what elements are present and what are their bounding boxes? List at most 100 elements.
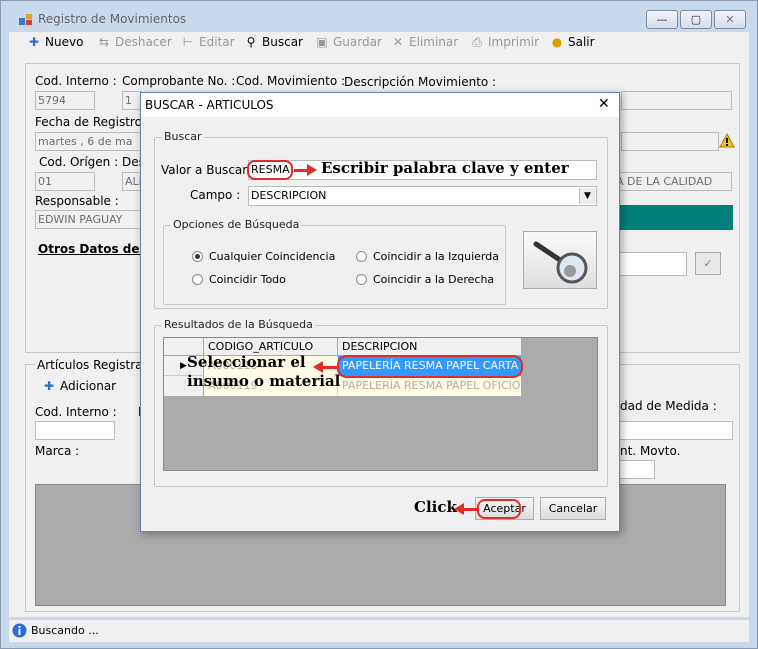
calidad-field[interactable]: A DE LA CALIDAD xyxy=(613,172,732,191)
eliminar-label: Eliminar xyxy=(409,35,459,49)
cod-interno-label: Cod. Interno : xyxy=(35,74,117,88)
grid-cell-descripcion[interactable]: PAPELERÍA RESMA PAPEL OFICIO xyxy=(338,376,521,396)
status-text: Buscando ... xyxy=(31,624,99,637)
close-button[interactable]: ✕ xyxy=(714,10,746,29)
editar-label: Editar xyxy=(199,35,235,49)
magnifier-icon xyxy=(530,236,592,289)
campo-value: DESCRIPCION xyxy=(251,189,327,202)
comprobante-field[interactable]: 1 xyxy=(122,91,142,110)
exit-icon: ● xyxy=(551,35,563,49)
minimize-button[interactable]: — xyxy=(646,10,678,29)
nuevo-button[interactable]: ✚ Nuevo xyxy=(27,35,83,49)
cod-origen-label: Cod. Orígen : xyxy=(39,155,119,169)
app-icon xyxy=(19,13,33,26)
buscar-button[interactable]: ⚲ Buscar xyxy=(244,35,303,49)
annotation-seleccionar-2: insumo o material xyxy=(187,372,341,390)
salir-button[interactable]: ● Salir xyxy=(550,35,595,49)
dialog-close-button[interactable]: ✕ xyxy=(598,96,610,112)
radio-coincidir-derecha[interactable]: Coincidir a la Derecha xyxy=(356,273,494,286)
arrowhead-right-icon xyxy=(307,164,317,176)
calendar-button[interactable]: ✓ xyxy=(695,252,721,275)
cantidad-label: nt. Movto. xyxy=(620,444,681,458)
guardar-label: Guardar xyxy=(333,35,382,49)
cod-origen-field[interactable]: 01 xyxy=(35,172,95,191)
otros-datos-field[interactable] xyxy=(613,252,687,276)
annotation-highlight-input xyxy=(247,160,293,180)
deshacer-button[interactable]: ⇆ Deshacer xyxy=(97,35,172,49)
buscar-group-legend: Buscar xyxy=(162,130,204,143)
radio-coincidir-todo[interactable]: Coincidir Todo xyxy=(192,273,286,286)
guardar-button[interactable]: ▣ Guardar xyxy=(315,35,382,49)
dialog-title: BUSCAR - ARTICULOS xyxy=(145,98,274,112)
annotation-highlight-aceptar xyxy=(477,499,521,519)
radio-unselected-icon xyxy=(356,274,367,285)
cod-interno-field[interactable]: 5794 xyxy=(35,91,95,110)
calendar-icon: ✓ xyxy=(703,257,713,270)
window-title: Registro de Movimientos xyxy=(38,12,187,26)
annotation-seleccionar-1: Seleccionar el xyxy=(187,353,306,371)
annotation-escribir: Escribir palabra clave y enter xyxy=(321,159,569,177)
toolbar: ✚ Nuevo ⇆ Deshacer ⊢ Editar ⚲ Buscar ▣ Guarda… xyxy=(9,32,749,55)
fecha-registro-label: Fecha de Registro : xyxy=(35,115,150,129)
unidad-medida-field[interactable] xyxy=(613,421,733,440)
buscar-label: Buscar xyxy=(262,35,303,49)
cod-interno2-label: Cod. Interno : xyxy=(35,405,117,419)
responsable-label: Responsable : xyxy=(35,194,119,208)
extra-field[interactable] xyxy=(621,132,719,151)
radio-cualquier-coincidencia[interactable]: Cualquier Coincidencia xyxy=(192,250,335,263)
radio-izquierda-label: Coincidir a la Izquierda xyxy=(373,250,499,263)
descripcion-movimiento-label: Descripción Movimiento : xyxy=(344,75,497,89)
dialog-title-bar: BUSCAR - ARTICULOS ✕ xyxy=(141,93,619,117)
annotation-click: Click xyxy=(414,498,457,516)
imprimir-label: Imprimir xyxy=(488,35,540,49)
comprobante-label: Comprobante No. : xyxy=(122,74,236,88)
adicionar-label: Adicionar xyxy=(60,379,117,393)
salir-label: Salir xyxy=(568,35,595,49)
opciones-group: Opciones de Búsqueda xyxy=(163,218,506,305)
radio-cualquier-label: Cualquier Coincidencia xyxy=(209,250,336,263)
cancelar-button[interactable]: Cancelar xyxy=(540,497,606,520)
valor-buscar-label: Valor a Buscar : xyxy=(161,163,256,177)
deshacer-label: Deshacer xyxy=(115,35,172,49)
editar-button[interactable]: ⊢ Editar xyxy=(181,35,235,49)
search-button[interactable] xyxy=(523,231,597,289)
teal-bar xyxy=(613,205,733,230)
warning-icon xyxy=(719,132,735,151)
descripcion-movimiento-field[interactable] xyxy=(621,91,732,110)
chevron-down-icon[interactable]: ▼ xyxy=(579,188,595,204)
print-icon: ⎙ xyxy=(472,35,482,49)
resultados-group-legend: Resultados de la Búsqueda xyxy=(162,318,315,331)
new-doc-icon: ✚ xyxy=(28,35,40,49)
radio-coincidir-izquierda[interactable]: Coincidir a la Izquierda xyxy=(356,250,499,263)
add-icon: ✚ xyxy=(43,379,55,393)
radio-unselected-icon xyxy=(356,251,367,262)
annotation-arrow-row xyxy=(322,366,338,369)
nuevo-label: Nuevo xyxy=(45,35,84,49)
radio-todo-label: Coincidir Todo xyxy=(209,273,286,286)
campo-select[interactable]: DESCRIPCION xyxy=(248,186,597,206)
annotation-highlight-row xyxy=(337,355,523,378)
search-icon: ⚲ xyxy=(246,35,256,49)
descripcion-origen-field[interactable]: ALM xyxy=(122,172,142,191)
cod-interno2-field[interactable] xyxy=(35,421,115,440)
title-bar: Registro de Movimientos — ▢ ✕ xyxy=(1,1,757,33)
cod-movimiento-label: Cod. Movimiento : xyxy=(236,74,346,88)
adicionar-button[interactable]: ✚ Adicionar xyxy=(42,379,116,393)
eliminar-button[interactable]: ✕ Eliminar xyxy=(391,35,458,49)
undo-icon: ⇆ xyxy=(98,35,110,49)
save-icon: ▣ xyxy=(316,35,328,49)
responsable-field[interactable]: EDWIN PAGUAY xyxy=(35,210,142,229)
edit-icon: ⊢ xyxy=(182,35,194,49)
annotation-arrow-aceptar xyxy=(463,508,477,511)
status-bar: Buscando ... xyxy=(9,620,749,642)
fecha-registro-field[interactable]: martes , 6 de ma xyxy=(35,132,155,151)
info-icon xyxy=(12,623,27,641)
unidad-medida-label: dad de Medida : xyxy=(620,399,717,413)
radio-selected-icon xyxy=(192,251,203,262)
grid-header-descripcion[interactable]: DESCRIPCION xyxy=(338,338,521,356)
imprimir-button[interactable]: ⎙ Imprimir xyxy=(470,35,539,50)
delete-icon: ✕ xyxy=(392,35,404,49)
maximize-button[interactable]: ▢ xyxy=(680,10,712,29)
radio-derecha-label: Coincidir a la Derecha xyxy=(373,273,495,286)
buscar-articulos-dialog: BUSCAR - ARTICULOS ✕ Buscar Valor a Busc… xyxy=(140,92,620,532)
